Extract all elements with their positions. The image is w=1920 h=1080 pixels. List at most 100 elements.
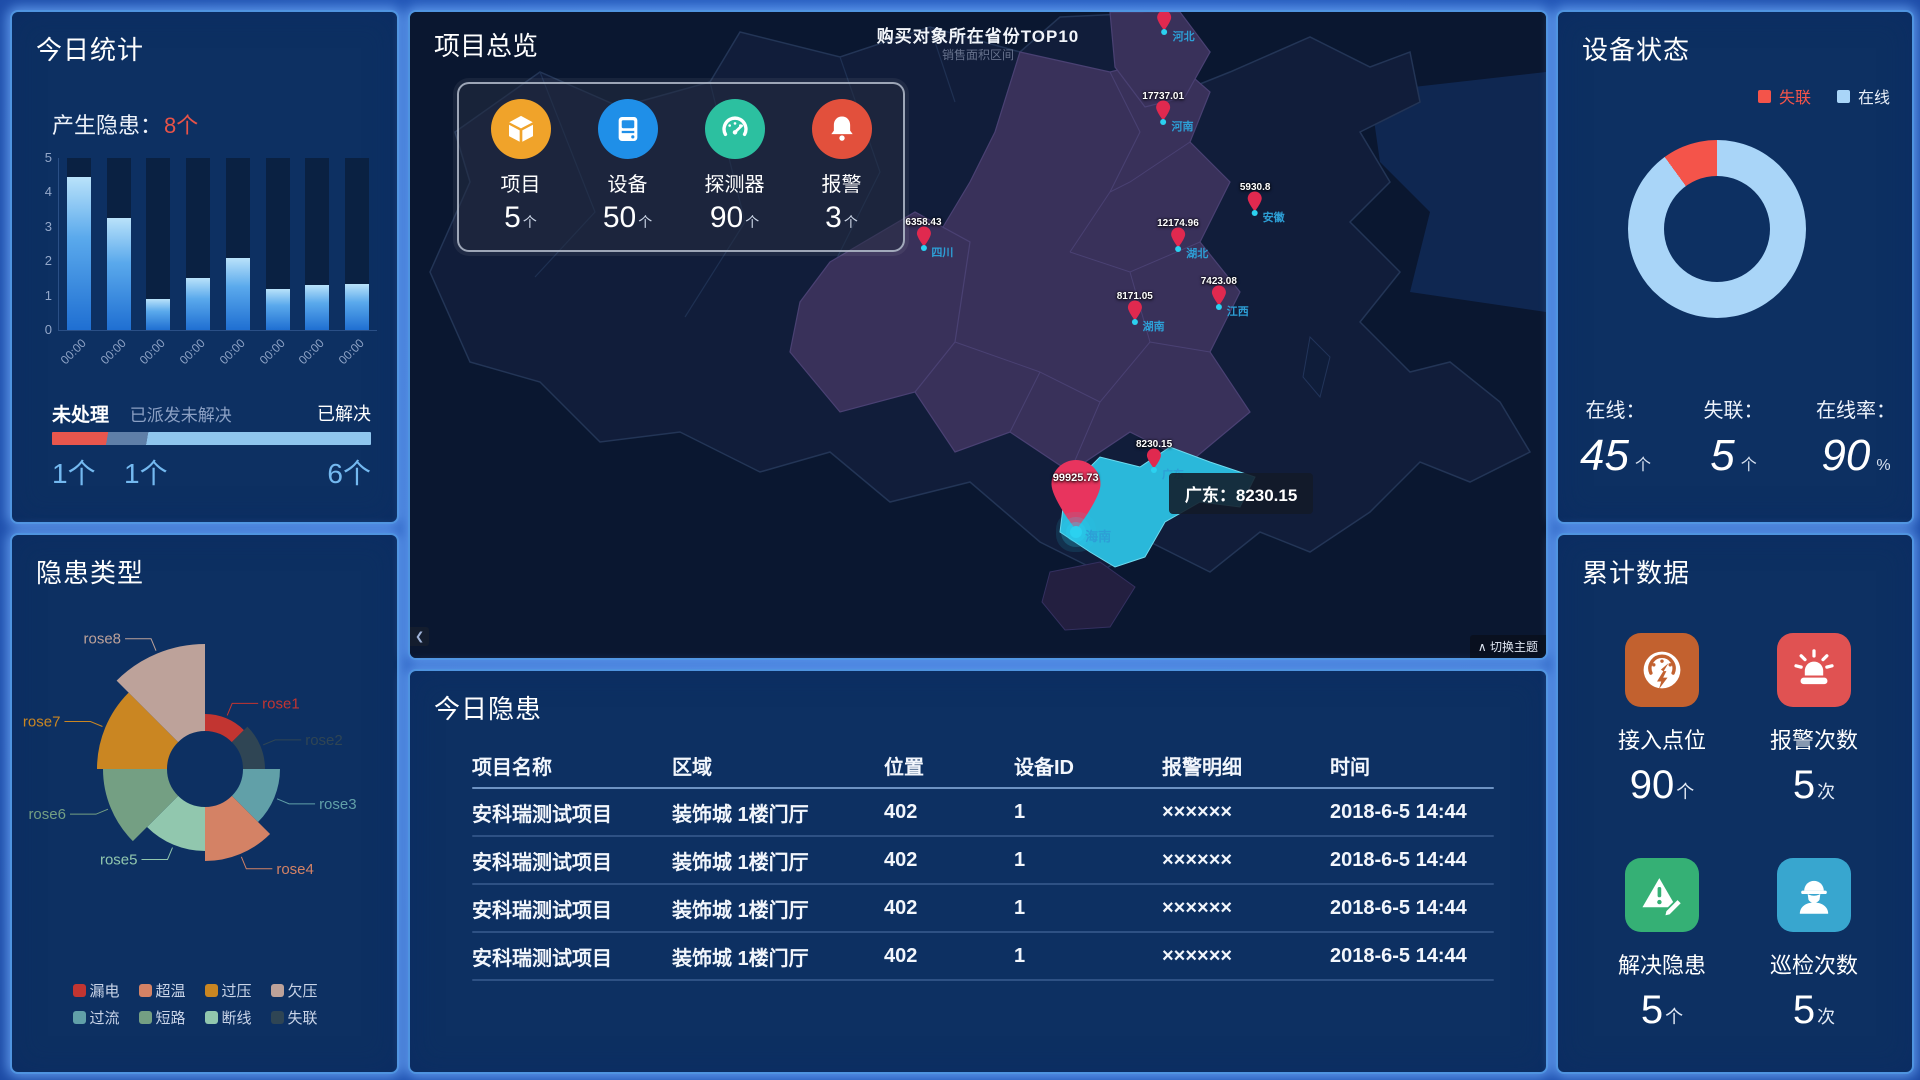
x-axis-tick-label: 00:00	[127, 336, 168, 377]
marker-dot	[920, 245, 926, 251]
rose-label-line	[277, 799, 315, 804]
collapse-arrow-button[interactable]: ❮	[410, 627, 429, 646]
map-marker-海南[interactable]: 99925.73海南	[1048, 458, 1104, 532]
cumulative-card-unit: 次	[1817, 1007, 1835, 1027]
cumulative-card-label: 巡检次数	[1738, 948, 1890, 980]
marker-dot	[1132, 319, 1138, 325]
marker-dot	[1070, 526, 1082, 538]
legend-label: 短路	[156, 1007, 186, 1028]
table-cell: 安科瑞测试项目	[472, 798, 672, 827]
device-stat-unit: 个	[1741, 457, 1757, 474]
hazard-types-panel: 隐患类型 rose1rose2rose3rose4rose5rose6rose7…	[10, 533, 399, 1074]
overview-stat-unit: 个	[638, 214, 652, 230]
legend-label: 漏电	[90, 980, 120, 1001]
column-header: 时间	[1330, 751, 1494, 780]
legend-item-短路[interactable]: 短路	[139, 1007, 205, 1028]
table-cell: 装饰城 1楼门厅	[672, 942, 884, 971]
gauge-icon	[719, 113, 751, 145]
device-stat-label: 失联：	[1703, 394, 1763, 423]
table-cell: 1	[1014, 849, 1162, 872]
cumulative-card-unit: 个	[1676, 782, 1694, 802]
device-stat-label: 在线：	[1580, 394, 1651, 423]
meter-bolt-icon	[1639, 647, 1685, 693]
theme-toggle-button[interactable]: ∧ 切换主题	[1470, 635, 1546, 658]
rose-label: rose1	[262, 695, 300, 712]
china-map[interactable]: 购买对象所在省份TOP10 销售面积区间 项目总览 项目5个设备50个探测器90…	[410, 12, 1546, 658]
legend-item-超温[interactable]: 超温	[139, 980, 205, 1001]
overview-stat-value: 50个	[580, 201, 676, 235]
map-marker-河南[interactable]: 17737.01河南	[1142, 91, 1184, 121]
overview-stat-unit: 个	[523, 214, 537, 230]
device-stat-unit: 个	[1635, 457, 1651, 474]
cumulative-data-panel: 累计数据 接入点位90个报警次数5次解决隐患5个巡检次数5次	[1556, 533, 1914, 1074]
x-axis-tick-label: 00:00	[247, 336, 288, 377]
legend-swatch	[73, 1011, 86, 1024]
marker-province-name: 河北	[1173, 28, 1195, 44]
hazard-bar-chart[interactable]: 00:0000:0000:0000:0000:0000:0000:0000:00…	[24, 158, 389, 396]
hazard-rose-chart[interactable]: rose1rose2rose3rose4rose5rose6rose7rose8	[12, 593, 397, 973]
map-title: 购买对象所在省份TOP10	[410, 22, 1546, 47]
map-marker-安徽[interactable]: 5930.8安徽	[1240, 182, 1271, 212]
legend-item-过压[interactable]: 过压	[205, 980, 271, 1001]
marker-dot	[1175, 246, 1181, 252]
y-axis-tick-label: 0	[32, 322, 52, 337]
device-stat-在线: 在线：45个	[1580, 394, 1651, 481]
legend-item-失联[interactable]: 失联	[271, 1007, 337, 1028]
bell-icon	[812, 99, 872, 159]
rose-label-line	[263, 740, 301, 745]
map-marker-江西[interactable]: 7423.08江西	[1201, 276, 1237, 306]
marker-province-name: 四川	[931, 244, 953, 260]
overview-stat-label: 项目	[473, 168, 569, 197]
legend-item-在线[interactable]: 在线	[1837, 84, 1890, 108]
cumulative-card-label: 解决隐患	[1586, 948, 1738, 980]
status-label-resolved: 已解决	[317, 400, 371, 426]
hazards-table: 项目名称区域位置设备ID报警明细时间安科瑞测试项目装饰城 1楼门厅4021×××…	[472, 743, 1494, 981]
legend-swatch	[271, 1011, 284, 1024]
marker-value: 5930.8	[1240, 182, 1271, 193]
device-stat-在线率: 在线率：90%	[1816, 394, 1896, 481]
today-bar-plot: 00:0000:0000:0000:0000:0000:0000:0000:00	[58, 158, 377, 331]
marker-value: 17737.01	[1142, 91, 1184, 102]
cumulative-card-巡检次数: 巡检次数 5次	[1738, 858, 1890, 1033]
overview-stat-项目: 项目5个	[473, 99, 569, 235]
legend-swatch	[1837, 90, 1850, 103]
rose-label-line	[241, 857, 272, 869]
marker-value: 6358.43	[905, 217, 941, 228]
x-axis-tick-label: 00:00	[207, 336, 248, 377]
marker-value: 8230.15	[1136, 439, 1172, 450]
legend-item-断线[interactable]: 断线	[205, 1007, 271, 1028]
device-icon	[598, 99, 658, 159]
table-cell: 402	[884, 849, 1014, 872]
map-marker-河北[interactable]: 13177.64河北	[1143, 12, 1185, 31]
table-cell: 装饰城 1楼门厅	[672, 798, 884, 827]
panel-title: 今日隐患	[434, 689, 542, 726]
panel-title: 累计数据	[1582, 553, 1690, 590]
x-axis-tick-label: 00:00	[167, 336, 208, 377]
map-subtitle: 销售面积区间	[410, 46, 1546, 63]
map-marker-湖南[interactable]: 8171.05湖南	[1117, 291, 1153, 321]
table-row: 安科瑞测试项目装饰城 1楼门厅4021××××××2018-6-5 14:44	[472, 885, 1494, 931]
row-separator	[472, 979, 1494, 981]
map-pin-icon	[1211, 285, 1227, 306]
legend-item-过流[interactable]: 过流	[73, 1007, 139, 1028]
map-marker-广东[interactable]: 8230.15广东	[1136, 439, 1172, 469]
table-cell: 1	[1014, 897, 1162, 920]
device-stat-unit: %	[1876, 457, 1890, 474]
x-axis-tick-label: 00:00	[88, 336, 129, 377]
table-cell: ××××××	[1162, 849, 1330, 872]
rose-label: rose3	[319, 796, 357, 813]
cumulative-card-value: 5次	[1738, 988, 1890, 1033]
legend-item-失联[interactable]: 失联	[1758, 84, 1811, 108]
status-progress-bar	[52, 432, 371, 445]
legend-item-漏电[interactable]: 漏电	[73, 980, 139, 1001]
device-donut-chart[interactable]	[1628, 140, 1806, 318]
map-marker-湖北[interactable]: 12174.96湖北	[1157, 218, 1199, 248]
count-unhandled: 1个	[52, 458, 96, 489]
map-marker-四川[interactable]: 6358.43四川	[905, 217, 941, 247]
y-axis-tick-label: 4	[32, 184, 52, 199]
legend-item-欠压[interactable]: 欠压	[271, 980, 337, 1001]
table-cell: 1	[1014, 945, 1162, 968]
device-stat-value: 90%	[1816, 431, 1896, 481]
legend-swatch	[139, 984, 152, 997]
overview-stat-label: 设备	[580, 168, 676, 197]
